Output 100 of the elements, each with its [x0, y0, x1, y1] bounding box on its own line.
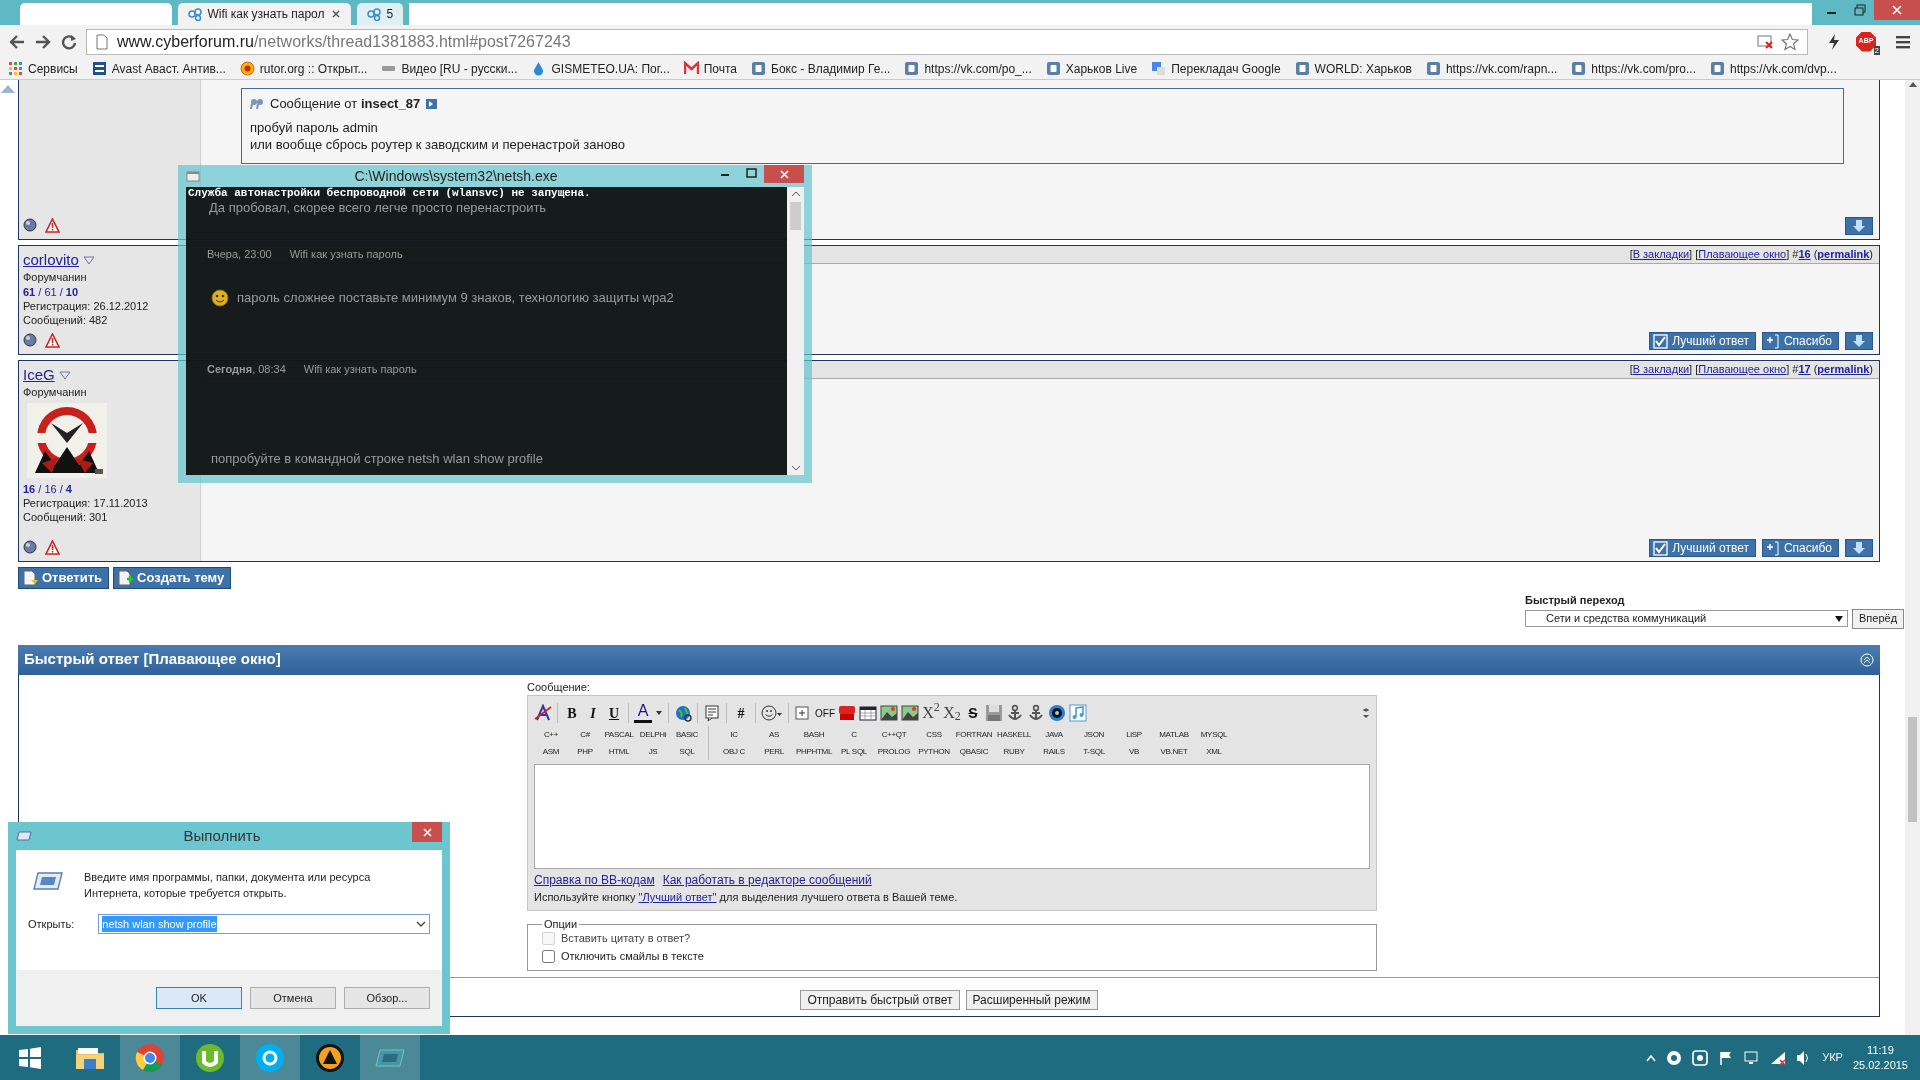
post-link[interactable]: permalink — [1817, 248, 1870, 261]
thread-button[interactable]: Ответить — [18, 567, 110, 589]
dialog-button[interactable]: OK — [156, 987, 242, 1009]
close-button[interactable] — [1874, 0, 1920, 20]
code-tag-button[interactable]: PASCAL — [602, 726, 636, 743]
anchor-icon[interactable] — [1006, 704, 1024, 722]
submit-button[interactable]: Расширенный режим — [965, 989, 1098, 1010]
code-tag-button[interactable]: RAILS — [1034, 743, 1074, 760]
chevron-icon[interactable] — [1646, 1052, 1657, 1063]
code-tag-button[interactable]: XML — [1194, 743, 1234, 760]
language-indicator[interactable]: УКР — [1822, 1049, 1843, 1066]
warning-icon[interactable] — [45, 218, 60, 233]
best-answer-link[interactable]: "Лучший ответ" — [638, 891, 717, 903]
close-button[interactable] — [412, 822, 442, 842]
code-tag-button[interactable]: BASiC — [670, 726, 704, 743]
taskbar-button[interactable] — [240, 1035, 300, 1080]
go-button[interactable]: Вперёд — [1852, 608, 1905, 629]
tray-app-icon[interactable] — [1692, 1049, 1709, 1066]
address-bar[interactable]: www.cyberforum.ru/networks/thread1381883.html#post7267243 — [86, 28, 1808, 55]
code-tag-button[interactable]: RUBY — [994, 743, 1034, 760]
format-button[interactable]: U — [605, 703, 623, 723]
code-tag-button[interactable]: C — [834, 726, 874, 743]
format-button[interactable]: # — [732, 703, 750, 723]
back-icon[interactable] — [8, 32, 26, 51]
submit-button[interactable]: Отправить быстрый ответ — [800, 989, 960, 1010]
code-tag-button[interactable]: PYTHON — [914, 743, 954, 760]
code-tag-button[interactable]: JS — [636, 743, 670, 760]
code-tag-button[interactable]: C++ — [534, 726, 568, 743]
dialog-button[interactable]: Обзор... — [344, 987, 430, 1009]
blocked-popup-icon[interactable] — [1757, 33, 1773, 50]
scrollbar[interactable] — [787, 187, 804, 475]
smiley-icon[interactable] — [761, 704, 783, 722]
code-tag-button[interactable]: JSON — [1074, 726, 1114, 743]
code-tag-button[interactable]: IC — [714, 726, 754, 743]
post-link[interactable]: 17 — [1798, 363, 1811, 376]
scrollbar[interactable] — [1905, 80, 1920, 1035]
scroll-up-icon[interactable] — [790, 190, 801, 198]
post-link[interactable]: permalink — [1817, 363, 1870, 376]
code-tag-button[interactable]: FORTRAN — [954, 726, 994, 743]
bookmark[interactable]: Харьков Live — [1045, 59, 1138, 78]
resize-arrows-icon[interactable] — [1362, 707, 1370, 719]
maximize-icon[interactable] — [745, 168, 757, 178]
signal-icon[interactable] — [1770, 1049, 1787, 1066]
clock-time[interactable]: 11:19 — [1852, 1042, 1908, 1058]
browser-tab[interactable]: 5 — [356, 3, 404, 25]
close-button[interactable] — [764, 165, 804, 183]
code-tag-button[interactable]: VB — [1114, 743, 1154, 760]
code-tag-button[interactable]: OBJ C — [714, 743, 754, 760]
clear-format-icon[interactable] — [534, 704, 552, 722]
code-tag-button[interactable]: MATLAB — [1154, 726, 1194, 743]
bookmark[interactable]: https://vk.com/pro... — [1571, 59, 1696, 78]
format-button[interactable]: A — [634, 703, 652, 723]
code-tag-button[interactable]: VB.NET — [1154, 743, 1194, 760]
bookmark[interactable]: WORLD: Харьков — [1294, 59, 1412, 78]
download-button[interactable] — [1845, 217, 1873, 235]
caret-icon[interactable] — [416, 919, 426, 928]
comment-icon[interactable] — [703, 704, 721, 722]
video-icon[interactable] — [838, 704, 856, 722]
code-tag-button[interactable]: BASH — [794, 726, 834, 743]
close-icon[interactable] — [330, 9, 341, 19]
help-link[interactable]: Как работать в редакторе сообщений — [662, 871, 872, 889]
scroll-thumb[interactable] — [790, 202, 801, 230]
code-tag-button[interactable]: PHPHTML — [794, 743, 834, 760]
forum-select[interactable]: Сети и средства коммуникаций — [1525, 610, 1848, 627]
restore-icon[interactable] — [1854, 4, 1866, 16]
warning-icon[interactable] — [45, 333, 60, 348]
download-button[interactable] — [1845, 332, 1873, 350]
code-tag-button[interactable]: LiSP — [1114, 726, 1154, 743]
browser-tab[interactable]: Wifi как узнать парол — [177, 3, 351, 25]
thread-button[interactable]: Создать тему — [113, 567, 232, 589]
scroll-thumb[interactable] — [1908, 717, 1917, 822]
bookmark[interactable]: Avast Аваст. Антив... — [91, 59, 226, 78]
code-tag-button[interactable]: C# — [568, 726, 602, 743]
bookmark[interactable]: https://vk.com/po_... — [904, 59, 1032, 78]
code-tag-button[interactable]: PROLOG — [874, 743, 914, 760]
checkbox[interactable] — [542, 950, 555, 963]
bookmark[interactable]: GISMETEO.UA: Пог... — [531, 59, 670, 78]
format-button[interactable]: S — [964, 703, 982, 723]
network-icon[interactable] — [1744, 1049, 1761, 1066]
go-to-post-icon[interactable] — [426, 98, 438, 109]
reload-icon[interactable] — [60, 32, 78, 51]
forward-icon[interactable] — [34, 32, 52, 51]
bookmark[interactable]: Видео [RU - русски... — [381, 59, 518, 78]
post-action-button[interactable]: Лучший ответ — [1649, 332, 1756, 350]
speaker-icon[interactable] — [1048, 704, 1066, 722]
code-tag-button[interactable]: PERL — [754, 743, 794, 760]
format-button[interactable]: B — [563, 703, 581, 723]
format-button[interactable]: I — [584, 703, 602, 723]
post-action-button[interactable]: Спасибо — [1761, 539, 1839, 557]
bookmark[interactable]: Перекладач Google — [1151, 59, 1281, 78]
bookmark[interactable]: https://vk.com/dvp... — [1710, 59, 1837, 78]
code-tag-button[interactable]: PL SQL — [834, 743, 874, 760]
post-link[interactable]: 16 — [1798, 248, 1811, 261]
code-tag-button[interactable]: PHP — [568, 743, 602, 760]
scroll-down-icon[interactable] — [790, 464, 801, 472]
format-button[interactable]: X$^{2}$ — [922, 703, 940, 723]
dropdown-icon[interactable] — [58, 369, 71, 380]
username-link[interactable]: IceG — [23, 365, 55, 385]
message-input[interactable] — [534, 764, 1370, 869]
code-tag-button[interactable]: QBASIC — [954, 743, 994, 760]
